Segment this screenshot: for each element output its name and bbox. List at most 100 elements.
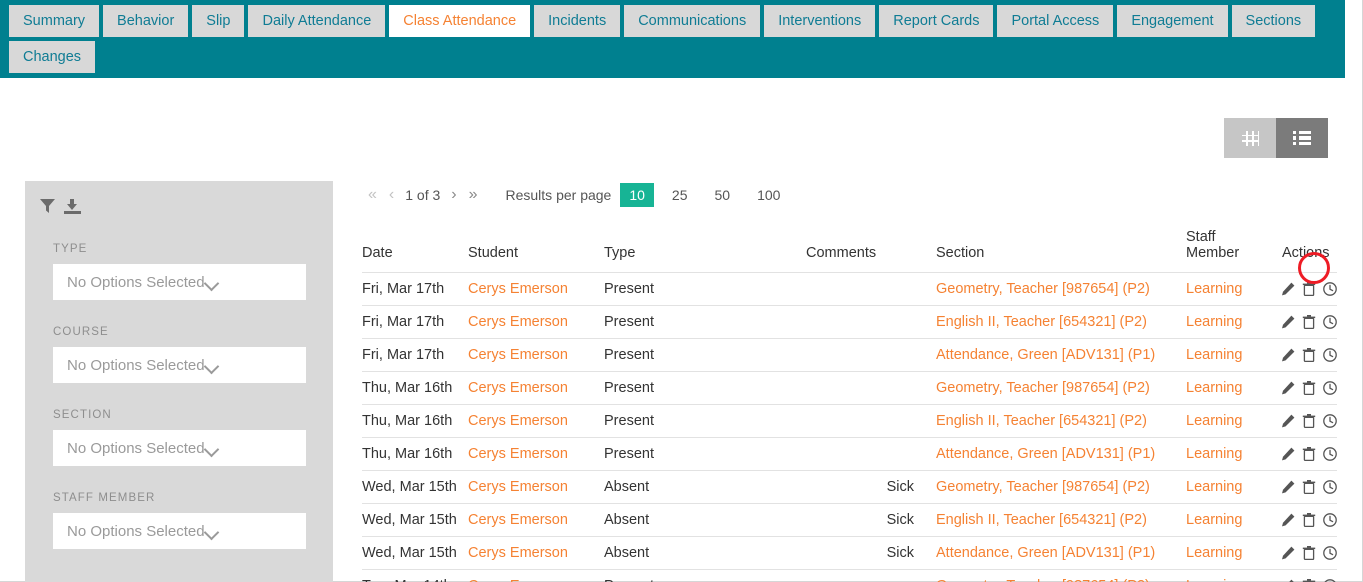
page-size-10[interactable]: 10 [620, 182, 654, 208]
tab-incidents[interactable]: Incidents [534, 5, 621, 37]
tab-report-cards[interactable]: Report Cards [879, 5, 994, 37]
delete-icon[interactable] [1302, 414, 1316, 428]
delete-icon[interactable] [1302, 546, 1316, 560]
staff-link[interactable]: Learning [1186, 347, 1242, 363]
column-header-student[interactable]: Student [468, 229, 604, 273]
list-view-button[interactable] [1276, 118, 1328, 158]
staff-link[interactable]: Learning [1186, 413, 1242, 429]
page-size-50[interactable]: 50 [706, 183, 740, 208]
history-icon[interactable] [1323, 414, 1337, 428]
column-header-comments[interactable]: Comments [806, 229, 914, 273]
section-link[interactable]: Geometry, Teacher [987654] (P2) [936, 281, 1150, 297]
section-link[interactable]: English II, Teacher [654321] (P2) [936, 413, 1147, 429]
download-icon[interactable] [64, 198, 81, 214]
delete-icon[interactable] [1302, 480, 1316, 494]
tab-daily-attendance[interactable]: Daily Attendance [248, 5, 386, 37]
tab-interventions[interactable]: Interventions [764, 5, 876, 37]
cell-comments: Sick [806, 536, 914, 570]
edit-icon[interactable] [1281, 447, 1295, 461]
page-size-25[interactable]: 25 [663, 183, 697, 208]
next-page-button[interactable]: › [445, 187, 462, 203]
delete-icon[interactable] [1302, 348, 1316, 362]
tab-slip[interactable]: Slip [192, 5, 245, 37]
section-link[interactable]: Attendance, Green [ADV131] (P1) [936, 446, 1155, 462]
history-icon[interactable] [1323, 381, 1337, 395]
tab-behavior[interactable]: Behavior [103, 5, 189, 37]
section-link[interactable]: Attendance, Green [ADV131] (P1) [936, 545, 1155, 561]
section-link[interactable]: English II, Teacher [654321] (P2) [936, 314, 1147, 330]
last-page-button[interactable]: » [463, 187, 484, 203]
cell-student: Cerys Emerson [468, 470, 604, 504]
edit-icon[interactable] [1281, 414, 1295, 428]
tab-summary[interactable]: Summary [9, 5, 100, 37]
student-link[interactable]: Cerys Emerson [468, 314, 568, 330]
column-header-section[interactable]: Section [914, 229, 1162, 273]
student-link[interactable]: Cerys Emerson [468, 545, 568, 561]
page-size-100[interactable]: 100 [748, 183, 789, 208]
tab-class-attendance[interactable]: Class Attendance [389, 5, 531, 37]
delete-icon[interactable] [1302, 381, 1316, 395]
student-link[interactable]: Cerys Emerson [468, 347, 568, 363]
filter-select-section[interactable]: No Options Selected [53, 430, 306, 466]
edit-icon[interactable] [1281, 480, 1295, 494]
filter-icon[interactable] [40, 199, 55, 213]
tab-engagement[interactable]: Engagement [1117, 5, 1228, 37]
main-content: « ‹ 1 of 3 › » Results per page 10 25 50 10… [362, 181, 1337, 582]
cell-actions [1272, 569, 1337, 582]
staff-link[interactable]: Learning [1186, 281, 1242, 297]
edit-icon[interactable] [1281, 315, 1295, 329]
section-link[interactable]: Geometry, Teacher [987654] (P2) [936, 578, 1150, 582]
first-page-button[interactable]: « [362, 187, 383, 203]
student-link[interactable]: Cerys Emerson [468, 413, 568, 429]
tab-communications[interactable]: Communications [624, 5, 761, 37]
history-icon[interactable] [1323, 315, 1337, 329]
edit-icon[interactable] [1281, 546, 1295, 560]
student-link[interactable]: Cerys Emerson [468, 380, 568, 396]
chevron-down-icon [205, 444, 294, 452]
prev-page-button[interactable]: ‹ [383, 187, 400, 203]
history-icon[interactable] [1323, 447, 1337, 461]
history-icon[interactable] [1323, 513, 1337, 527]
delete-icon[interactable] [1302, 282, 1316, 296]
delete-icon[interactable] [1302, 447, 1316, 461]
student-link[interactable]: Cerys Emerson [468, 479, 568, 495]
tab-changes[interactable]: Changes [9, 41, 96, 73]
edit-icon[interactable] [1281, 282, 1295, 296]
student-link[interactable]: Cerys Emerson [468, 281, 568, 297]
grid-view-button[interactable] [1224, 118, 1276, 158]
history-icon[interactable] [1323, 546, 1337, 560]
staff-link[interactable]: Learning [1186, 380, 1242, 396]
edit-icon[interactable] [1281, 348, 1295, 362]
delete-icon[interactable] [1302, 513, 1316, 527]
column-header-staff-member[interactable]: Staff Member [1162, 229, 1272, 273]
history-icon[interactable] [1323, 282, 1337, 296]
edit-icon[interactable] [1281, 381, 1295, 395]
action-group [1282, 447, 1337, 461]
cell-actions [1272, 305, 1337, 339]
section-link[interactable]: English II, Teacher [654321] (P2) [936, 512, 1147, 528]
tab-portal-access[interactable]: Portal Access [997, 5, 1114, 37]
filter-select-staff-member[interactable]: No Options Selected [53, 513, 306, 549]
staff-link[interactable]: Learning [1186, 479, 1242, 495]
staff-link[interactable]: Learning [1186, 314, 1242, 330]
student-link[interactable]: Cerys Emerson [468, 512, 568, 528]
history-icon[interactable] [1323, 348, 1337, 362]
tab-sections[interactable]: Sections [1231, 5, 1316, 37]
cell-type: Present [604, 272, 806, 306]
history-icon[interactable] [1323, 480, 1337, 494]
section-link[interactable]: Attendance, Green [ADV131] (P1) [936, 347, 1155, 363]
column-header-type[interactable]: Type [604, 229, 806, 273]
student-link[interactable]: Cerys Emerson [468, 446, 568, 462]
staff-link[interactable]: Learning [1186, 545, 1242, 561]
staff-link[interactable]: Learning [1186, 578, 1242, 582]
filter-select-type[interactable]: No Options Selected [53, 264, 306, 300]
section-link[interactable]: Geometry, Teacher [987654] (P2) [936, 380, 1150, 396]
student-link[interactable]: Cerys Emerson [468, 578, 568, 582]
filter-select-course[interactable]: No Options Selected [53, 347, 306, 383]
edit-icon[interactable] [1281, 513, 1295, 527]
delete-icon[interactable] [1302, 315, 1316, 329]
staff-link[interactable]: Learning [1186, 512, 1242, 528]
staff-link[interactable]: Learning [1186, 446, 1242, 462]
column-header-date[interactable]: Date [362, 229, 468, 273]
section-link[interactable]: Geometry, Teacher [987654] (P2) [936, 479, 1150, 495]
